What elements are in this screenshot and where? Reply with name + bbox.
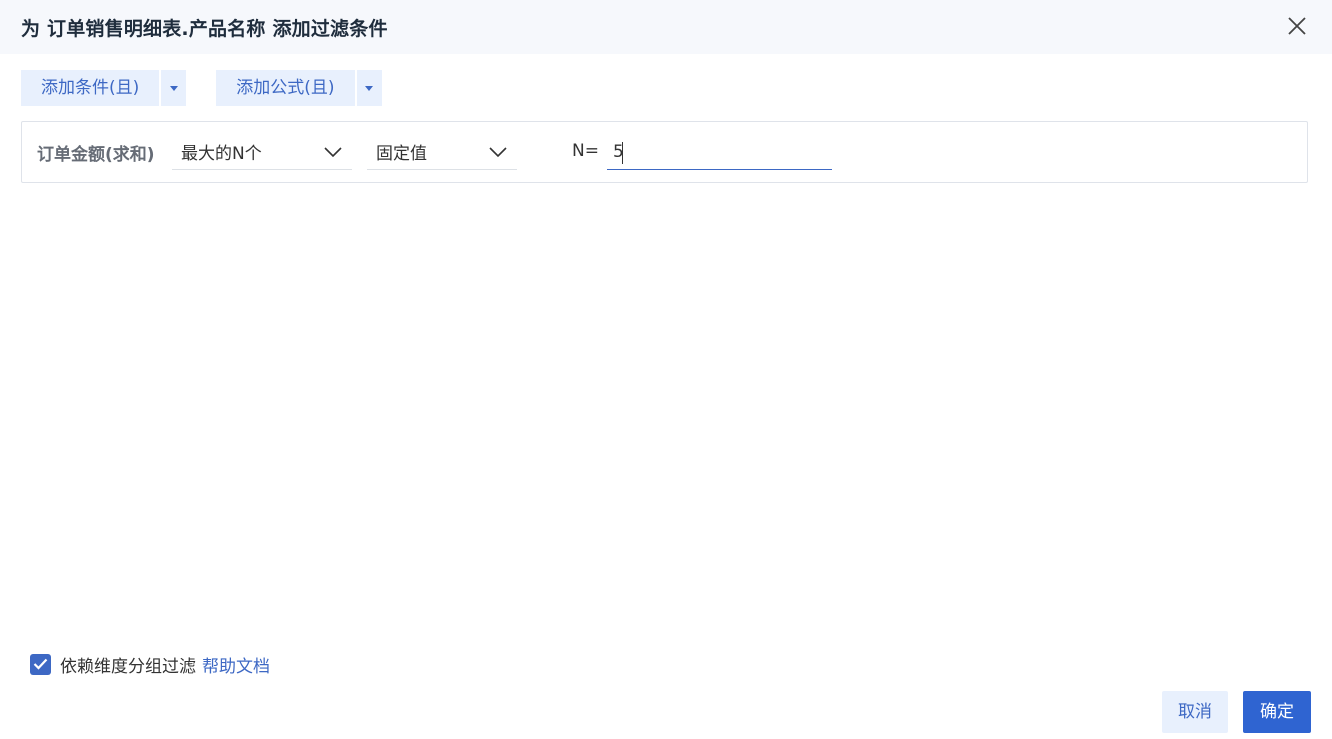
text-caret: [622, 142, 623, 164]
group-filter-checkbox[interactable]: [30, 653, 51, 675]
value-type-select-value: 固定值: [376, 144, 427, 164]
close-button[interactable]: [1286, 15, 1308, 37]
group-filter-label: 依赖维度分组过滤: [60, 656, 196, 677]
caret-down-icon: [365, 85, 374, 91]
add-formula-button[interactable]: 添加公式(且): [216, 70, 355, 106]
dialog-header: 为 订单销售明细表.产品名称 添加过滤条件: [0, 0, 1332, 54]
n-label: N=: [572, 141, 599, 161]
confirm-button[interactable]: 确定: [1243, 691, 1311, 733]
value-type-select[interactable]: 固定值: [367, 134, 517, 170]
operator-select[interactable]: 最大的N个: [172, 134, 352, 170]
chevron-down-icon: [324, 147, 342, 158]
close-icon: [1288, 17, 1306, 35]
caret-down-icon: [169, 85, 178, 91]
n-value-input[interactable]: [607, 134, 832, 170]
operator-select-value: 最大的N个: [181, 144, 262, 164]
add-condition-dropdown[interactable]: [161, 70, 187, 106]
condition-field-name: 订单金额(求和): [37, 145, 155, 165]
check-icon: [33, 658, 48, 670]
help-doc-link[interactable]: 帮助文档: [202, 652, 270, 677]
filter-dialog: 为 订单销售明细表.产品名称 添加过滤条件 添加条件(且) 添加公式(且) 订单…: [0, 0, 1332, 739]
chevron-down-icon: [489, 147, 507, 158]
add-formula-split-button: 添加公式(且): [216, 70, 382, 106]
add-condition-button[interactable]: 添加条件(且): [21, 70, 160, 106]
group-filter-option: 依赖维度分组过滤 帮助文档: [30, 652, 270, 677]
cancel-button[interactable]: 取消: [1162, 691, 1228, 733]
add-condition-split-button: 添加条件(且): [21, 70, 187, 106]
add-formula-dropdown[interactable]: [356, 70, 382, 106]
condition-row: 订单金额(求和) 最大的N个 固定值 N=: [21, 121, 1308, 183]
toolbar: 添加条件(且) 添加公式(且): [21, 70, 412, 106]
dialog-title: 为 订单销售明细表.产品名称 添加过滤条件: [21, 17, 388, 40]
